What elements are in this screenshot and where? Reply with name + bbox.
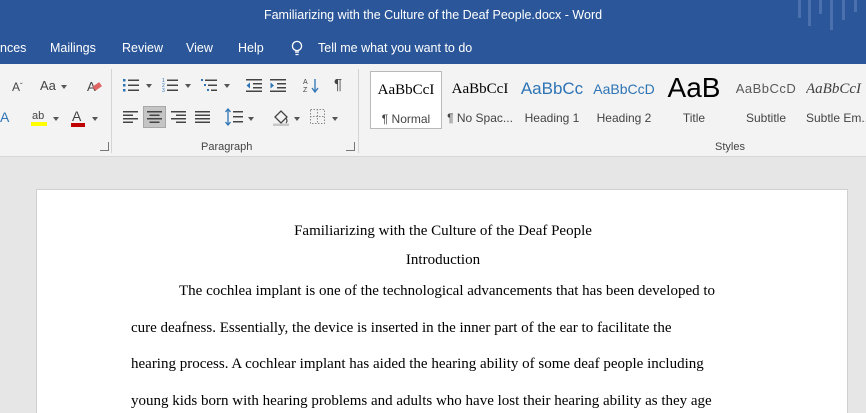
style-heading-2[interactable]: AaBbCcD Heading 2 — [588, 71, 660, 129]
chevron-down-icon[interactable] — [61, 85, 67, 89]
shading-icon[interactable] — [272, 108, 290, 126]
document-workspace: Familiarizing with the Culture of the De… — [0, 158, 866, 413]
font-dialog-launcher[interactable] — [100, 142, 109, 151]
svg-text:A: A — [0, 109, 10, 125]
paragraph-line: cure deafness. Essentially, the device i… — [131, 320, 672, 336]
change-case-icon[interactable]: Aa — [40, 79, 56, 93]
style-name: Title — [682, 111, 706, 125]
paragraph-dialog-launcher[interactable] — [346, 142, 355, 151]
style-subtitle[interactable]: AaBbCcD Subtitle — [730, 71, 802, 129]
tab-references[interactable]: nces — [0, 41, 26, 55]
style-name: Subtle Em... — [806, 111, 866, 125]
paragraph-line: hearing process. A cochlear implant has … — [131, 356, 704, 372]
justify-icon[interactable] — [195, 111, 210, 123]
svg-text:ab: ab — [32, 110, 44, 122]
document-title: Familiarizing with the Culture of the De… — [294, 223, 592, 239]
group-divider — [358, 69, 359, 153]
style-no-spacing[interactable]: AaBbCcI ¶ No Spac... — [444, 71, 516, 129]
style-preview: AaB — [667, 72, 721, 103]
paragraph-group-label: Paragraph — [201, 141, 253, 153]
numbering-icon[interactable]: 1 2 3 — [162, 78, 178, 92]
style-preview: AaBbCcD — [593, 81, 655, 97]
style-heading-1[interactable]: AaBbCc Heading 1 — [516, 71, 588, 129]
increase-indent-icon[interactable] — [270, 78, 286, 92]
font-color-icon[interactable]: A — [70, 108, 86, 128]
section-heading: Introduction — [405, 252, 481, 268]
text-effects-icon[interactable]: A — [0, 108, 14, 128]
style-preview: AaBbCc — [520, 79, 584, 98]
style-title[interactable]: AaB Title — [658, 71, 730, 129]
sort-icon[interactable]: AZ — [303, 77, 319, 93]
styles-gallery: AaBbCcI ¶ Normal AaBbCcI ¶ No Spac... Aa… — [368, 68, 866, 134]
show-formatting-marks-icon[interactable]: ¶ — [334, 77, 342, 92]
svg-text:A: A — [303, 79, 308, 86]
chevron-down-icon[interactable] — [294, 117, 300, 121]
paragraph-line: young kids born with hearing problems an… — [131, 393, 712, 409]
style-preview: AaBbCcI — [377, 82, 435, 98]
bullets-icon[interactable] — [123, 78, 139, 92]
line-spacing-icon[interactable] — [225, 108, 243, 126]
align-center-button[interactable] — [143, 106, 166, 128]
document-page[interactable]: Familiarizing with the Culture of the De… — [36, 189, 848, 413]
chevron-down-icon[interactable] — [53, 117, 59, 121]
svg-text:A: A — [72, 108, 82, 124]
title-bar-pattern — [786, 0, 866, 33]
window-title: Familiarizing with the Culture of the De… — [263, 8, 603, 22]
align-right-icon[interactable] — [171, 111, 186, 123]
style-normal[interactable]: AaBbCcI ¶ Normal — [370, 71, 442, 129]
multilevel-list-icon[interactable] — [201, 78, 217, 92]
chevron-down-icon[interactable] — [332, 117, 338, 121]
clear-formatting-icon[interactable]: A — [86, 78, 102, 94]
align-center-icon — [147, 111, 162, 123]
tab-view[interactable]: View — [186, 41, 213, 55]
styles-group-label: Styles — [715, 141, 745, 153]
paragraph-line: The cochlea implant is one of the techno… — [179, 283, 716, 299]
ribbon: Aˇ Aa A A ab A 1 2 3 A Z ¶ Paragraph AaB… — [0, 64, 866, 157]
borders-icon[interactable] — [310, 109, 325, 124]
ribbon-tabs: nces Mailings Review View Help Tell me w… — [0, 33, 866, 64]
chevron-down-icon[interactable] — [92, 117, 98, 121]
decrease-indent-icon[interactable] — [246, 78, 262, 92]
group-divider — [111, 69, 112, 153]
shrink-font-icon[interactable]: Aˇ — [12, 80, 23, 94]
chevron-down-icon[interactable] — [224, 84, 230, 88]
title-bar: Familiarizing with the Culture of the De… — [0, 0, 866, 33]
style-name: ¶ Normal — [381, 112, 431, 126]
style-name: ¶ No Spac... — [447, 111, 513, 125]
lightbulb-icon — [291, 40, 303, 56]
style-name: Heading 1 — [524, 111, 580, 125]
chevron-down-icon[interactable] — [248, 117, 254, 121]
style-subtle-emphasis[interactable]: AaBbCcI Subtle Em... — [802, 71, 866, 129]
chevron-down-icon[interactable] — [185, 84, 191, 88]
style-name: Heading 2 — [596, 111, 652, 125]
svg-text:Z: Z — [303, 87, 308, 93]
style-preview: AaBbCcI — [451, 81, 509, 97]
svg-text:3: 3 — [162, 88, 165, 92]
align-left-icon[interactable] — [123, 111, 138, 123]
style-name: Subtitle — [745, 111, 787, 125]
tab-mailings[interactable]: Mailings — [50, 41, 96, 55]
style-preview: AaBbCcI — [806, 81, 861, 97]
tell-me-search[interactable]: Tell me what you want to do — [318, 41, 472, 55]
tab-review[interactable]: Review — [122, 41, 163, 55]
highlight-color-icon[interactable]: ab — [30, 108, 48, 128]
chevron-down-icon[interactable] — [146, 84, 152, 88]
tab-help[interactable]: Help — [238, 41, 264, 55]
style-preview: AaBbCcD — [735, 81, 797, 96]
